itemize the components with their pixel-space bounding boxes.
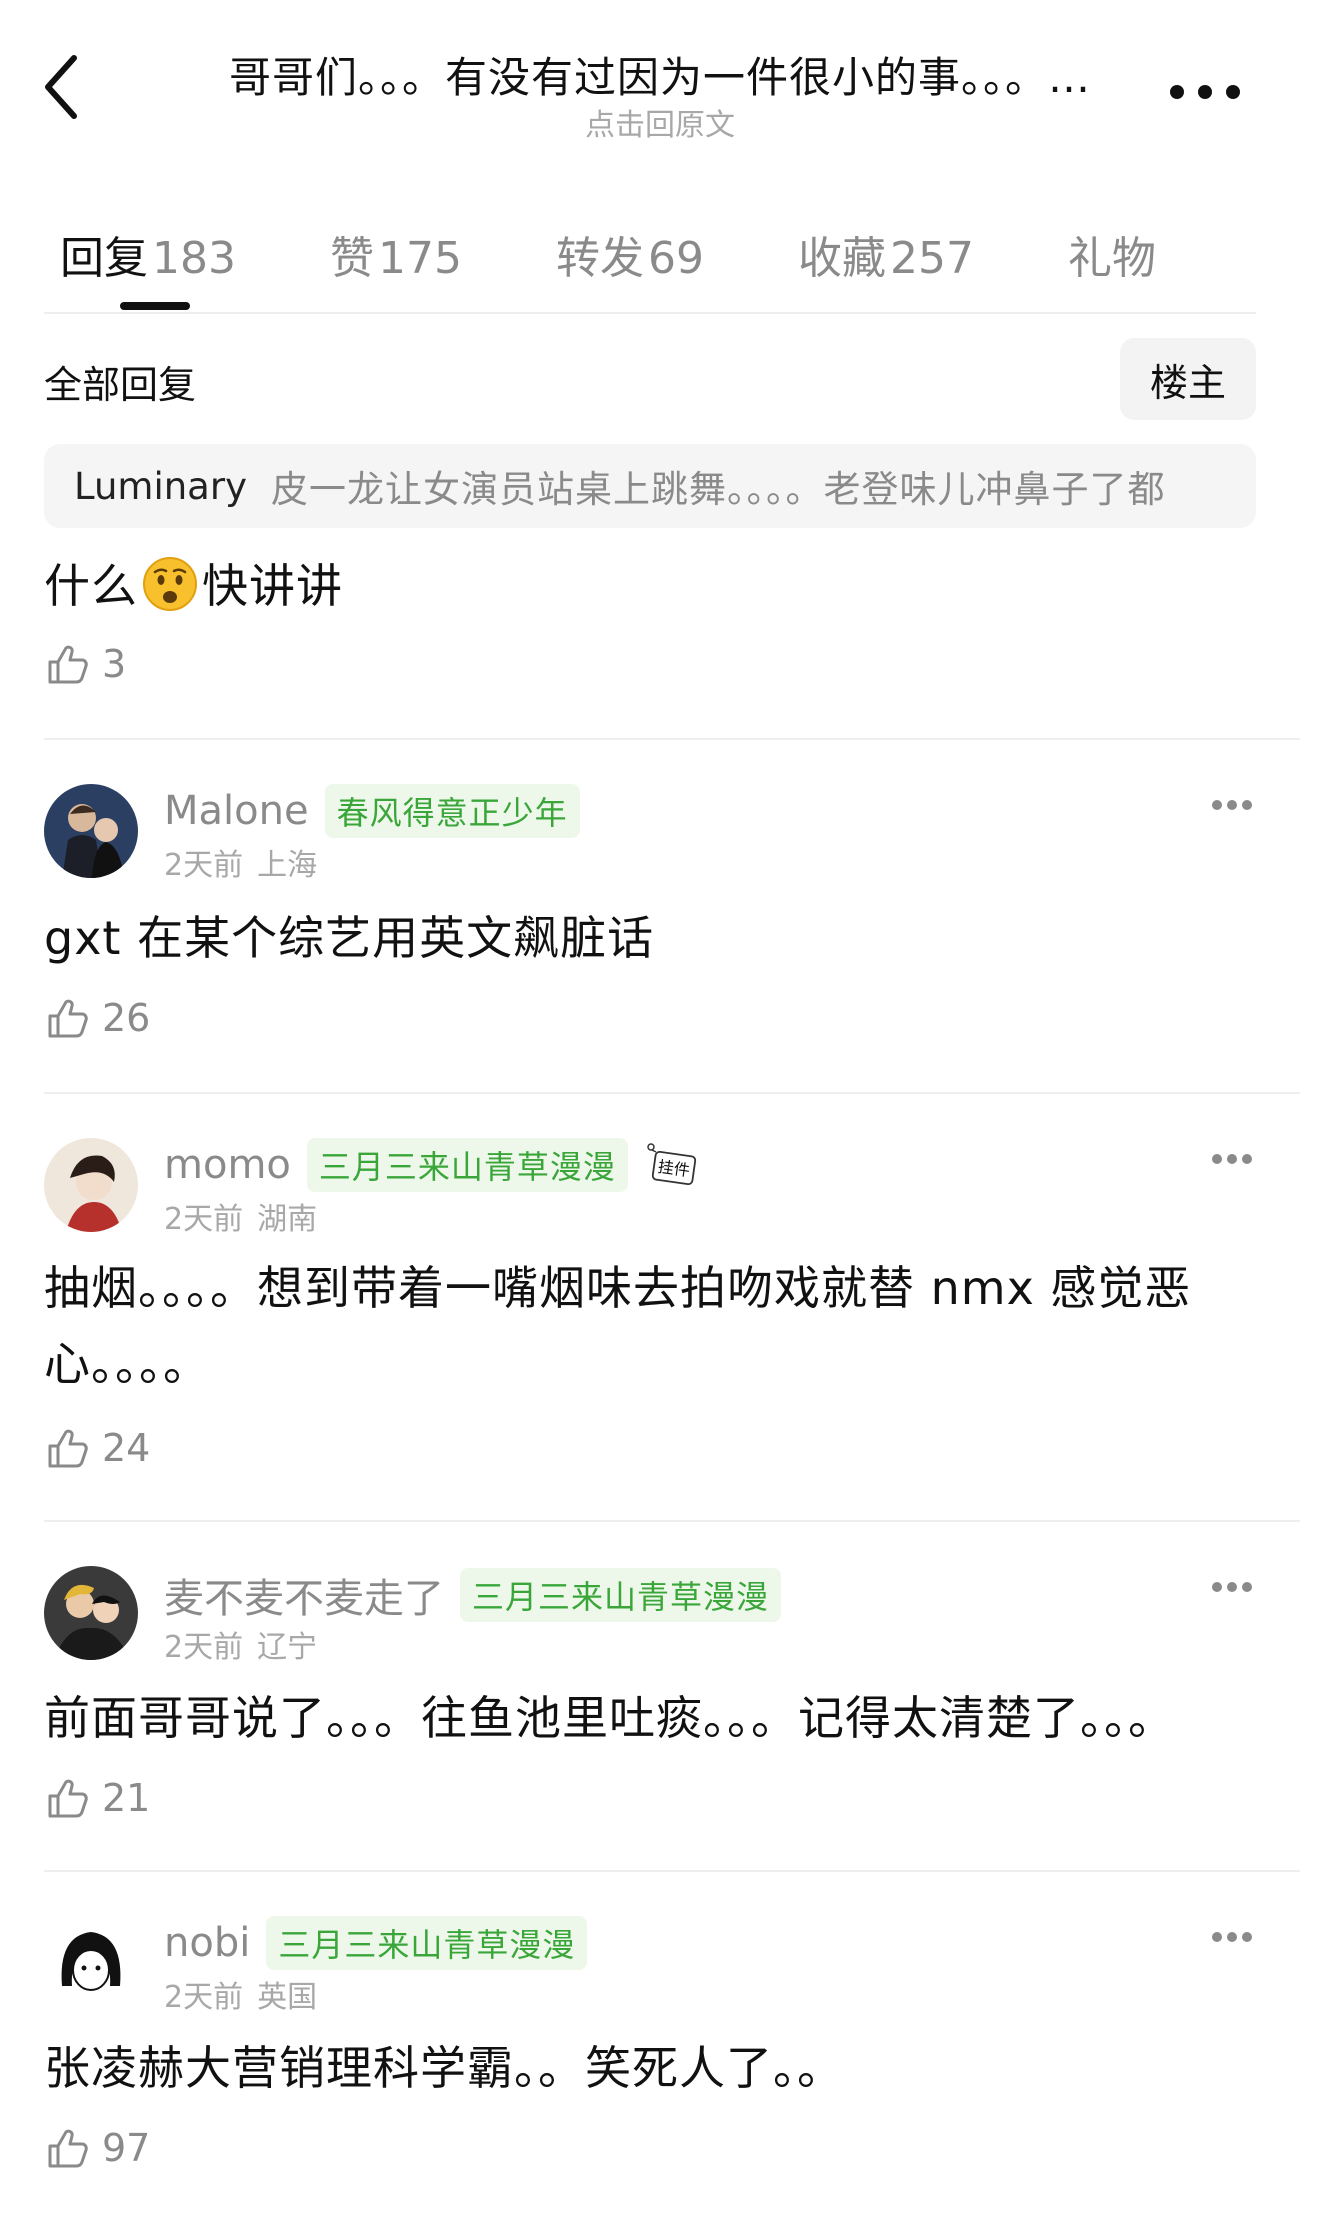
comment-text: 张凌赫大营销理科学霸。。笑死人了。。	[44, 2041, 844, 2095]
tab-replies[interactable]: 回复183	[60, 222, 236, 286]
comment-more-icon[interactable]	[1212, 1932, 1252, 1944]
comment-meta: 2天前 湖南	[164, 1202, 318, 1237]
thumbs-up-icon	[48, 645, 88, 684]
comment-text: gxt 在某个综艺用英文飙脏话	[44, 911, 655, 965]
tab-bar: 回复183 赞175 转发69 收藏257 礼物	[60, 222, 1250, 286]
comment-meta: 2天前 英国	[164, 1980, 318, 2015]
tab-likes[interactable]: 赞175	[330, 222, 462, 286]
comment-more-icon[interactable]	[1212, 1582, 1252, 1594]
avatar[interactable]	[44, 1916, 138, 2010]
comment-author[interactable]: nobi 三月三来山青草漫漫	[164, 1916, 588, 1970]
like-button[interactable]: 3	[44, 640, 126, 688]
divider	[44, 1092, 1300, 1094]
fan-badge: 春风得意正少年	[324, 784, 580, 838]
quoted-author: Luminary	[74, 464, 247, 508]
divider	[44, 738, 1300, 740]
tab-reposts[interactable]: 转发69	[556, 222, 704, 286]
avatar[interactable]	[44, 1566, 138, 1660]
comment-text: 抽烟。。。。想到带着一嘴烟味去拍吻戏就替 nmx 感觉恶心。。。。	[44, 1261, 1192, 1391]
thumbs-up-icon	[48, 999, 88, 1038]
reply-text: 什么 快讲讲	[44, 548, 1224, 624]
worried-face-emoji	[143, 557, 197, 611]
like-button[interactable]: 26	[44, 994, 150, 1042]
fan-badge: 三月三来山青草漫漫	[266, 1916, 588, 1970]
comment-more-icon[interactable]	[1212, 800, 1252, 812]
tab-favorites[interactable]: 收藏257	[798, 222, 974, 286]
fan-badge: 三月三来山青草漫漫	[306, 1138, 628, 1192]
divider	[44, 1870, 1300, 1872]
more-options-icon[interactable]	[1170, 72, 1240, 112]
comment-text: 前面哥哥说了。。。往鱼池里吐痰。。。记得太清楚了。。。	[44, 1691, 1175, 1745]
op-only-button[interactable]: 楼主	[1120, 338, 1256, 420]
like-button[interactable]: 24	[44, 1424, 150, 1472]
thumbs-up-icon	[48, 2129, 88, 2168]
avatar[interactable]	[44, 784, 138, 878]
comment-meta: 2天前 上海	[164, 848, 318, 883]
tab-gifts[interactable]: 礼物	[1068, 222, 1156, 286]
like-button[interactable]: 21	[44, 1774, 150, 1822]
avatar[interactable]	[44, 1138, 138, 1232]
active-tab-indicator	[120, 302, 190, 310]
comment-author[interactable]: Malone 春风得意正少年	[164, 784, 580, 838]
post-title[interactable]: 哥哥们。。。有没有过因为一件很小的事。。。…	[0, 44, 1320, 105]
thumbs-up-icon	[48, 1779, 88, 1818]
divider	[44, 312, 1256, 314]
pendant-tag-icon: 挂件	[646, 1142, 698, 1188]
thumbs-up-icon	[48, 1429, 88, 1468]
all-replies-label[interactable]: 全部回复	[44, 354, 196, 409]
comment-author[interactable]: 麦不麦不麦走了 三月三来山青草漫漫	[164, 1566, 782, 1624]
comment-more-icon[interactable]	[1212, 1154, 1252, 1166]
like-button[interactable]: 97	[44, 2124, 150, 2172]
quoted-reply[interactable]: Luminary 皮一龙让女演员站桌上跳舞。。。。老登味儿冲鼻子了都	[44, 444, 1256, 528]
fan-badge: 三月三来山青草漫漫	[460, 1568, 782, 1622]
quoted-text: 皮一龙让女演员站桌上跳舞。。。。老登味儿冲鼻子了都	[270, 468, 1166, 511]
comment-meta: 2天前 辽宁	[164, 1630, 318, 1665]
divider	[44, 1520, 1300, 1522]
back-to-original-link[interactable]: 点击回原文	[0, 100, 1320, 144]
comment-author[interactable]: momo 三月三来山青草漫漫 挂件	[164, 1138, 698, 1192]
